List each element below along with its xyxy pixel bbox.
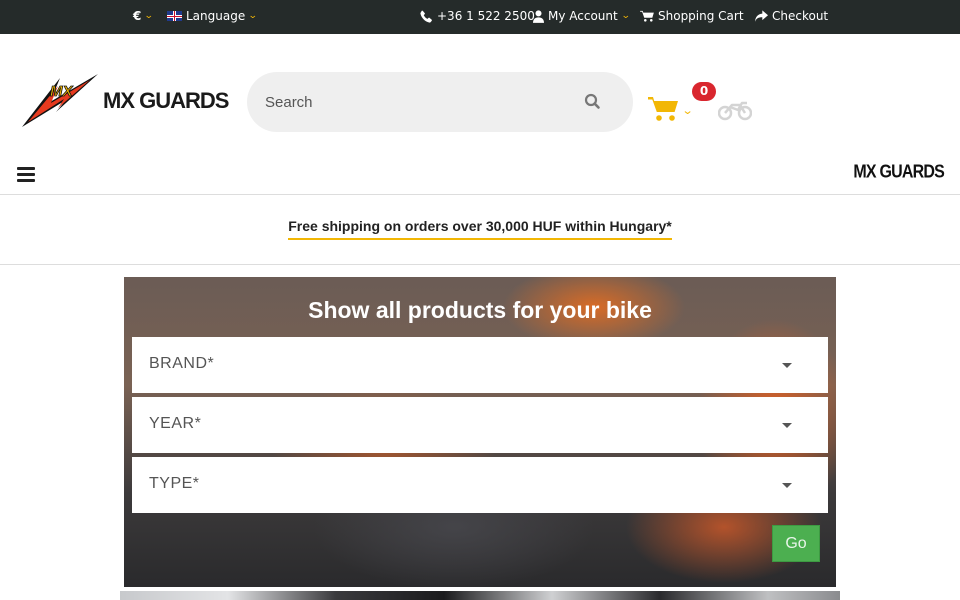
share-arrow-icon [755, 10, 768, 22]
search-bar [247, 72, 633, 132]
nav-brand-text: MX GUARDS [853, 162, 944, 183]
year-select-label: YEAR* [149, 415, 202, 432]
chevron-down-icon: ⌄ [681, 104, 694, 117]
caret-down-icon [782, 483, 792, 488]
banner-image-strip [120, 591, 840, 600]
shopping-cart-link[interactable]: Shopping Cart [640, 9, 744, 23]
brand-select[interactable]: BRAND* [132, 337, 828, 393]
free-shipping-text: Free shipping on orders over 30,000 HUF … [288, 218, 672, 240]
my-account-menu[interactable]: My Account ⌄ [533, 9, 631, 23]
cart-count-badge: 0 [692, 82, 716, 101]
bike-selector-panel: Show all products for your bike BRAND* Y… [124, 277, 836, 587]
search-icon[interactable] [583, 92, 603, 112]
cart-icon [640, 10, 654, 22]
top-bar: € ⌄ Language ⌄ +36 1 522 2500 My Account… [0, 0, 960, 34]
currency-selector[interactable]: € ⌄ [133, 9, 155, 23]
chevron-down-icon: ⌄ [144, 11, 155, 21]
hamburger-menu-icon[interactable] [17, 167, 35, 183]
checkout-label: Checkout [772, 9, 829, 23]
brand-select-label: BRAND* [149, 355, 215, 372]
main-nav-bar: MX GUARDS [0, 158, 960, 195]
currency-label: € [133, 9, 142, 23]
phone-link[interactable]: +36 1 522 2500 [420, 9, 535, 23]
shopping-cart-label: Shopping Cart [658, 9, 744, 23]
bike-selector-title: Show all products for your bike [308, 297, 652, 323]
user-icon [533, 9, 544, 23]
type-select[interactable]: TYPE* [132, 457, 828, 513]
uk-flag-icon [167, 11, 182, 21]
language-label: Language [186, 9, 246, 23]
chevron-down-icon: ⌄ [248, 11, 258, 21]
logo-badge-text: MX [50, 83, 73, 100]
mx-guards-logo-icon: MX [22, 74, 98, 127]
promo-bar: Free shipping on orders over 30,000 HUF … [0, 195, 960, 265]
my-account-label: My Account [548, 9, 618, 23]
caret-down-icon [782, 423, 792, 428]
phone-icon [420, 10, 432, 23]
header-cart-button[interactable]: ⌄ [648, 94, 698, 126]
go-button[interactable]: Go [772, 525, 820, 562]
phone-number: +36 1 522 2500 [437, 9, 535, 23]
cart-icon [648, 97, 678, 121]
site-logo[interactable]: MX MX GUARDS [20, 72, 232, 132]
caret-down-icon [782, 363, 792, 368]
chevron-down-icon: ⌄ [620, 11, 631, 21]
type-select-label: TYPE* [149, 475, 200, 492]
motorcycle-icon[interactable] [718, 97, 752, 121]
language-selector[interactable]: Language ⌄ [167, 9, 258, 23]
year-select[interactable]: YEAR* [132, 397, 828, 453]
logo-text: MX GUARDS [103, 88, 229, 113]
checkout-link[interactable]: Checkout [755, 9, 828, 23]
search-input[interactable] [247, 72, 567, 132]
